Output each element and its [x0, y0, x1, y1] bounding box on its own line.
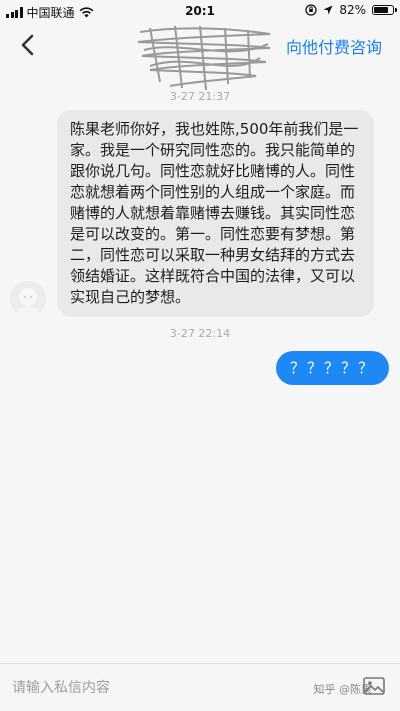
message-timestamp: 3-27 21:37: [169, 90, 231, 103]
status-bar: 中国联通 20:1 82%: [0, 0, 400, 22]
nav-bar: 向他付费咨询: [0, 22, 400, 91]
back-button[interactable]: [12, 30, 42, 60]
redacted-username: [120, 22, 280, 91]
input-bar: 知乎 @陈果: [0, 663, 400, 711]
orientation-lock-icon: [305, 4, 317, 16]
incoming-message: 陈果老师你好，我也姓陈,500年前我们是一家。我是一个研究同性恋的。我只能简单的…: [57, 110, 374, 317]
outgoing-message: ？？？？？: [276, 351, 389, 385]
battery-icon: [372, 5, 397, 15]
message-timestamp: 3-27 22:14: [169, 327, 231, 340]
avatar-image: [10, 281, 46, 317]
chevron-left-icon: [21, 34, 34, 56]
paid-consult-button[interactable]: 向他付费咨询: [286, 34, 382, 58]
status-right: 82%: [305, 3, 397, 17]
battery-percent: 82%: [339, 3, 366, 17]
image-icon[interactable]: [362, 674, 386, 698]
location-arrow-icon: [323, 5, 333, 15]
message-input[interactable]: [10, 674, 314, 702]
avatar[interactable]: [10, 281, 46, 317]
battery-level: [374, 7, 388, 13]
